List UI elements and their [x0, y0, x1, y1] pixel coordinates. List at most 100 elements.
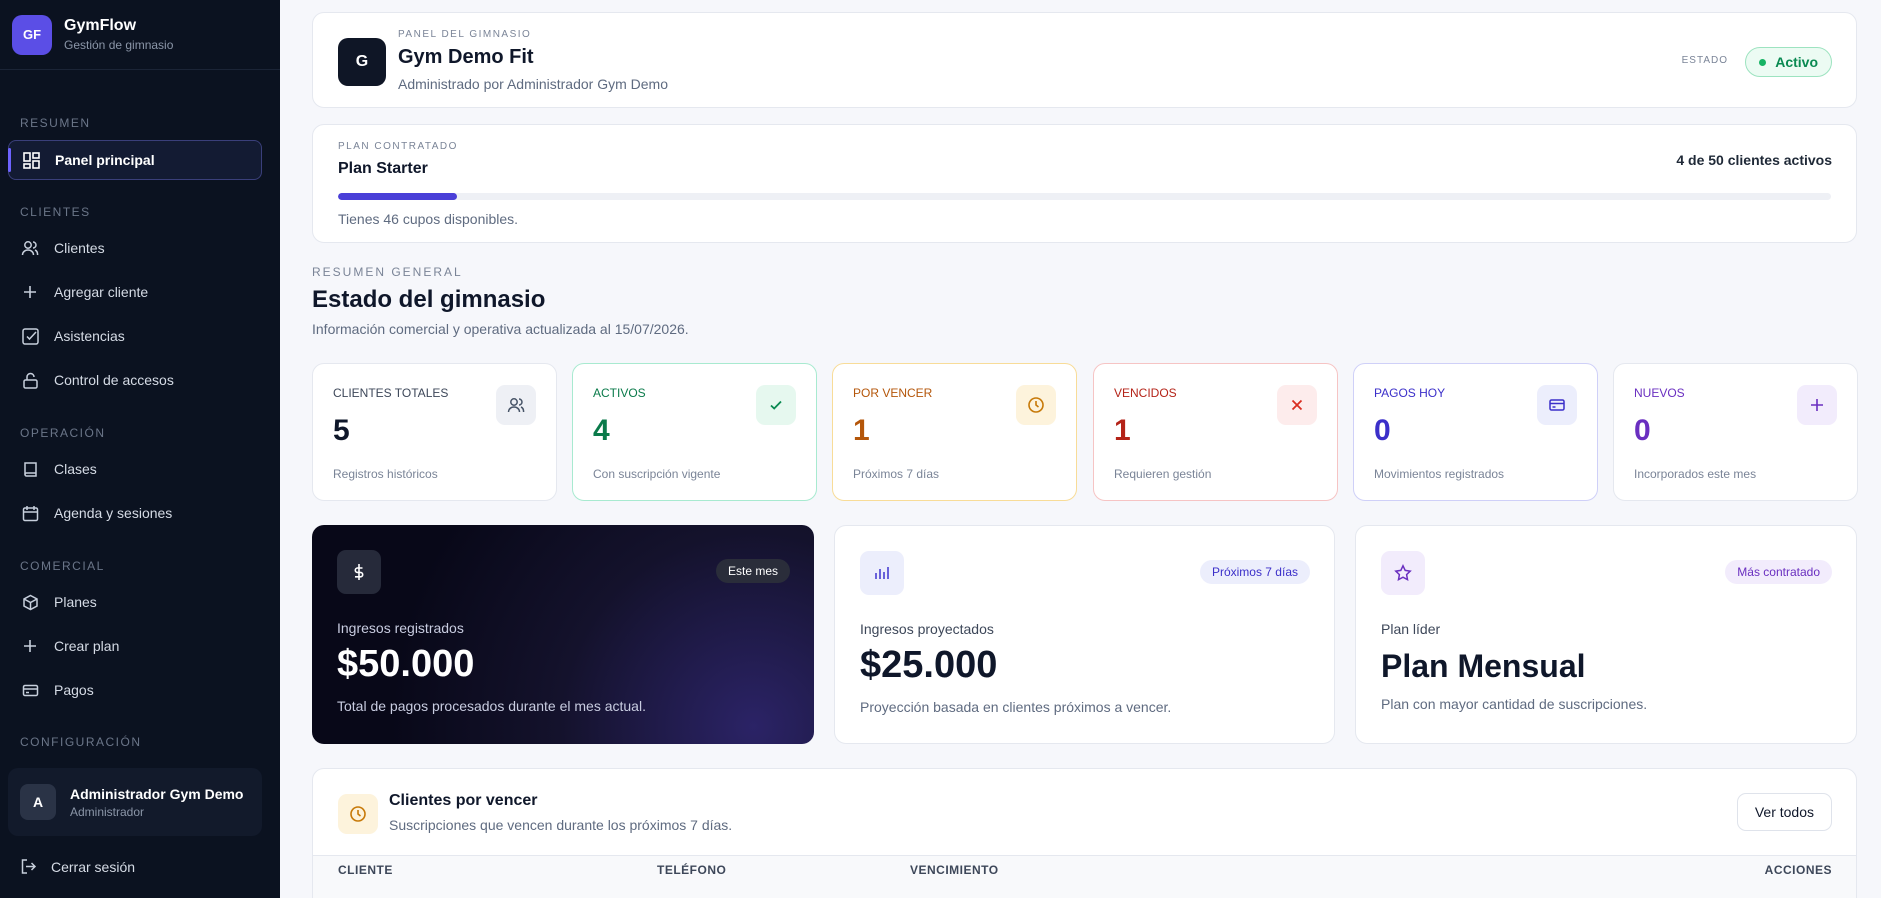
column-header-acciones[interactable]: ACCIONES — [1765, 863, 1832, 877]
sidebar-item-planes[interactable]: Planes — [8, 582, 262, 622]
clock-icon — [338, 794, 378, 834]
stat-value: 1 — [853, 414, 870, 447]
leader-subtitle: Plan con mayor cantidad de suscripciones… — [1381, 696, 1648, 712]
projected-card: Próximos 7 días Ingresos proyectados $25… — [834, 525, 1335, 744]
logout-label: Cerrar sesión — [51, 858, 136, 875]
sidebar-item-label: Pagos — [54, 682, 94, 698]
stat-value: 0 — [1374, 414, 1391, 447]
income-value: $50.000 — [337, 643, 475, 685]
plus-icon — [20, 636, 40, 656]
brand-logo: GF — [12, 14, 52, 55]
clock-icon — [1016, 385, 1056, 425]
leader-label: Plan líder — [1381, 621, 1441, 637]
status-dot — [1759, 58, 1767, 66]
user-card[interactable]: A Administrador Gym Demo Administrador — [8, 768, 262, 836]
sidebar-item-clientes[interactable]: Clientes — [8, 228, 262, 268]
box-icon — [20, 592, 40, 612]
plan-card: PLAN CONTRATADO Plan Starter 4 de 50 cli… — [312, 124, 1857, 243]
card-icon — [20, 680, 40, 700]
stat-value: 4 — [593, 414, 610, 447]
stat-label: PAGOS HOY — [1374, 386, 1446, 400]
book-icon — [20, 459, 40, 479]
section-resumen: RESUMEN — [20, 116, 91, 130]
sidebar-item-agenda[interactable]: Agenda y sesiones — [8, 493, 262, 533]
column-header-cliente[interactable]: CLIENTE — [338, 863, 393, 877]
sidebar: GF GymFlow Gestión de gimnasio RESUMEN P… — [0, 0, 280, 898]
sidebar-item-clases[interactable]: Clases — [8, 449, 262, 489]
check-icon — [756, 385, 796, 425]
stat-subtitle: Movimientos registrados — [1374, 467, 1505, 481]
stat-card: VENCIDOS 1 Requieren gestión — [1093, 363, 1338, 501]
lock-icon — [20, 370, 40, 390]
avatar: A — [20, 784, 56, 820]
gym-avatar: G — [338, 38, 386, 86]
projected-label: Ingresos proyectados — [860, 621, 994, 637]
sidebar-item-label: Planes — [54, 594, 97, 610]
overview-eyebrow: RESUMEN GENERAL — [312, 265, 463, 279]
column-header-telefono[interactable]: TELÉFONO — [657, 863, 726, 877]
sidebar-item-panel-principal[interactable]: Panel principal — [8, 140, 262, 180]
stat-value: 0 — [1634, 414, 1651, 447]
expiring-subtitle: Suscripciones que vencen durante los pró… — [389, 817, 733, 833]
sidebar-item-label: Clases — [54, 461, 97, 477]
logout-button[interactable]: Cerrar sesión — [20, 858, 135, 875]
section-configuracion: CONFIGURACIÓN — [20, 735, 142, 749]
section-clientes: CLIENTES — [20, 205, 91, 219]
gym-name: Gym Demo Fit — [398, 46, 534, 68]
check-square-icon — [20, 326, 40, 346]
column-header-vencimiento[interactable]: VENCIMIENTO — [910, 863, 999, 877]
income-tag: Este mes — [715, 559, 790, 583]
user-role: Administrador — [70, 804, 145, 819]
sidebar-item-label: Crear plan — [54, 638, 120, 654]
stat-value: 1 — [1114, 414, 1131, 447]
stat-subtitle: Incorporados este mes — [1634, 467, 1757, 481]
status-badge: Activo — [1745, 47, 1832, 77]
stat-subtitle: Requieren gestión — [1114, 467, 1212, 481]
stat-subtitle: Registros históricos — [333, 467, 438, 481]
dashboard-icon — [21, 150, 41, 170]
sidebar-item-crear-plan[interactable]: Crear plan — [8, 626, 262, 666]
x-icon — [1277, 385, 1317, 425]
status-text: Activo — [1775, 54, 1818, 70]
expiring-clients-card: Clientes por vencer Suscripciones que ve… — [312, 768, 1857, 898]
plus-icon — [1797, 385, 1837, 425]
stat-label: POR VENCER — [853, 386, 933, 400]
sidebar-item-control-accesos[interactable]: Control de accesos — [8, 360, 262, 400]
brand: GF GymFlow Gestión de gimnasio — [0, 0, 280, 70]
leader-tag: Más contratado — [1725, 560, 1832, 584]
projected-value: $25.000 — [860, 644, 998, 686]
income-label: Ingresos registrados — [337, 620, 464, 636]
sidebar-item-agregar-cliente[interactable]: Agregar cliente — [8, 272, 262, 312]
page-subtitle: Información comercial y operativa actual… — [312, 321, 689, 337]
logout-icon — [20, 858, 37, 875]
gym-admin: Administrado por Administrador Gym Demo — [398, 76, 668, 92]
leader-value: Plan Mensual — [1381, 648, 1586, 684]
gym-header-card: G PANEL DEL GIMNASIO Gym Demo Fit Admini… — [312, 12, 1857, 108]
stat-card: CLIENTES TOTALES 5 Registros históricos — [312, 363, 557, 501]
stat-subtitle: Próximos 7 días — [853, 467, 940, 481]
plan-eyebrow: PLAN CONTRATADO — [338, 141, 458, 152]
projected-subtitle: Proyección basada en clientes próximos a… — [860, 699, 1172, 715]
sidebar-item-label: Panel principal — [55, 152, 155, 168]
expiring-title: Clientes por vencer — [389, 792, 538, 809]
income-subtitle: Total de pagos procesados durante el mes… — [337, 698, 646, 714]
stat-card: POR VENCER 1 Próximos 7 días — [832, 363, 1077, 501]
stat-label: ACTIVOS — [593, 386, 646, 400]
sidebar-item-asistencias[interactable]: Asistencias — [8, 316, 262, 356]
star-icon — [1381, 551, 1425, 595]
bar-chart-icon — [860, 551, 904, 595]
sidebar-item-pagos[interactable]: Pagos — [8, 670, 262, 710]
status-label: ESTADO — [1681, 55, 1728, 66]
view-all-button[interactable]: Ver todos — [1736, 793, 1832, 831]
sidebar-item-label: Control de accesos — [54, 372, 174, 388]
sidebar-item-label: Agregar cliente — [54, 284, 149, 300]
stat-card: NUEVOS 0 Incorporados este mes — [1613, 363, 1858, 501]
sidebar-item-label: Agenda y sesiones — [54, 505, 173, 521]
plan-available: Tienes 46 cupos disponibles. — [338, 211, 519, 227]
plan-usage: 4 de 50 clientes activos — [1676, 152, 1832, 168]
plan-progress-bar — [338, 193, 1831, 200]
stat-card: ACTIVOS 4 Con suscripción vigente — [572, 363, 817, 501]
stat-card: PAGOS HOY 0 Movimientos registrados — [1353, 363, 1598, 501]
plan-progress-fill — [338, 193, 458, 200]
section-operacion: OPERACIÓN — [20, 426, 106, 440]
